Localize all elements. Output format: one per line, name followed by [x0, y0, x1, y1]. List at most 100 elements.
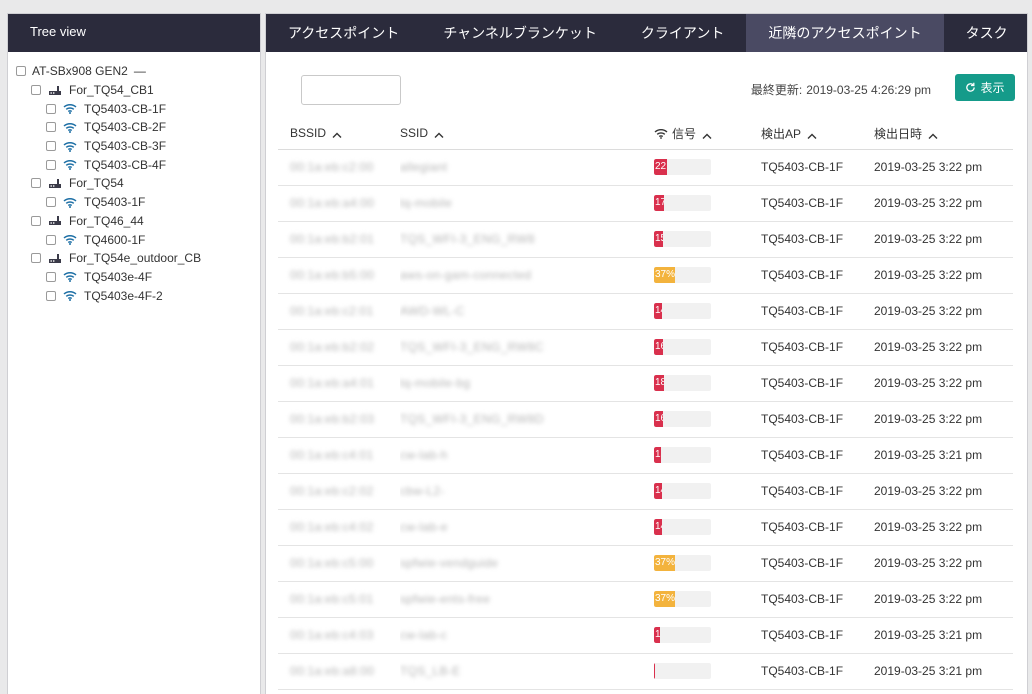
tree-ap-label: TQ5403-1F	[84, 195, 146, 210]
tree-ap-label: TQ5403-CB-2F	[84, 120, 167, 135]
signal-bar-fill: 37%	[654, 555, 675, 571]
table-row[interactable]: 00:1a:eb:a4:00 tq-mobile 17 TQ5403-CB-1F201…	[278, 185, 1013, 222]
bssid-value: 00:1a:eb:c2:00	[290, 160, 374, 174]
th-detected-at[interactable]: 検出日時	[874, 119, 1013, 150]
detected-ap-cell: TQ5403-CB-1F	[761, 473, 874, 510]
tree-ap-item[interactable]: TQ5403-1F	[8, 193, 260, 212]
table-row[interactable]: 00:1a:eb:a8:00 TQS_LB-E TQ5403-CB-1F 2019-0…	[278, 653, 1013, 690]
ssid-value: AWD-WL-C	[400, 304, 465, 318]
tree-checkbox[interactable]	[31, 215, 41, 226]
wifi-icon	[62, 140, 78, 152]
ssid-value: cw-lab-e	[400, 520, 448, 534]
tab-2[interactable]: チャンネルブランケット	[421, 14, 619, 52]
signal-bar-fill: 14	[654, 519, 662, 535]
switch-icon	[47, 215, 63, 227]
detected-ap-cell: TQ5403-CB-1F	[761, 293, 874, 330]
ssid-value: tq-mobile-bg	[400, 376, 471, 390]
ssid-value: allegiant	[400, 160, 448, 174]
tree-ap-item[interactable]: TQ4600-1F	[8, 230, 260, 249]
detected-at-cell: 2019-03-25 3:22 pm	[874, 149, 1013, 186]
main-panel: アクセスポイント チャンネルブランケット クライアント 近隣のアクセスポイント タスク …	[265, 13, 1028, 694]
table-row[interactable]: 00:1a:eb:c4:02 cw-lab-e 14 TQ5403-CB-1F2019…	[278, 509, 1013, 546]
detected-ap-cell: TQ5403-CB-1F	[761, 185, 874, 222]
collapse-toggle[interactable]: —	[134, 64, 146, 78]
tree-checkbox[interactable]	[46, 234, 56, 245]
tree-ap-label: TQ5403-CB-4F	[84, 157, 167, 172]
tab-5[interactable]: タスク	[944, 14, 1030, 52]
ssid-cell: cw-lab-e	[400, 509, 654, 546]
tree-checkbox[interactable]	[46, 197, 56, 208]
tab-3[interactable]: クライアント	[619, 14, 746, 52]
table-row[interactable]: 00:1a:eb:b2:02 TQS_WFI-3_ENG_RW8C 16 TQ5403…	[278, 329, 1013, 366]
ssid-cell: TQS_WFI-3_ENG_RW8C	[400, 329, 654, 366]
ssid-value: spfwie-vendguide	[400, 556, 499, 570]
th-detected-ap-label: 検出AP	[761, 127, 802, 142]
tree-ap-item[interactable]: TQ5403-CB-4F	[8, 155, 260, 174]
ssid-value: cw-lab-h	[400, 448, 448, 462]
signal-cell: 16	[654, 401, 761, 438]
ssid-value: cbw-L2-	[400, 484, 445, 498]
tree-checkbox[interactable]	[46, 141, 56, 152]
tree-group-label: For_TQ54	[69, 176, 124, 191]
tree-checkbox[interactable]	[31, 85, 41, 96]
signal-bar-fill: 18	[654, 375, 664, 391]
table-row[interactable]: 00:1a:eb:a4:01 tq-mobile-bg 18 TQ5403-CB-1F…	[278, 365, 1013, 402]
bssid-cell: 00:1a:eb:c4:01	[278, 437, 400, 474]
tree-checkbox[interactable]	[46, 122, 56, 133]
table-row[interactable]: 00:1a:eb:c4:03 cw-lab-c 1 TQ5403-CB-1F2019-…	[278, 617, 1013, 654]
show-button[interactable]: 表示	[955, 74, 1015, 101]
table-row[interactable]: 00:1a:eb:c2:00 allegiant 22 TQ5403-CB-1F 201…	[278, 149, 1013, 186]
bssid-cell: 00:1a:eb:a8:00	[278, 653, 400, 690]
table-row[interactable]: 00:1a:eb:c2:01 AWD-WL-C 14 TQ5403-CB-1F2019…	[278, 293, 1013, 330]
tree-checkbox[interactable]	[16, 66, 26, 77]
bssid-value: 00:1a:eb:a4:01	[290, 376, 375, 390]
ssid-cell: TQS_WFI-3_ENG_RW8D	[400, 401, 654, 438]
ssid-value: tq-mobile	[400, 196, 453, 210]
tree-ap-item[interactable]: TQ5403e-4F	[8, 268, 260, 287]
tree-ap-item[interactable]: TQ5403-CB-2F	[8, 118, 260, 137]
th-ssid[interactable]: SSID	[400, 119, 654, 150]
detected-at-cell: 2019-03-25 3:22 pm	[874, 293, 1013, 330]
bssid-value: 00:1a:eb:c4:03	[290, 628, 374, 642]
wifi-icon	[654, 128, 668, 142]
bssid-cell: 00:1a:eb:c4:03	[278, 617, 400, 654]
bssid-value: 00:1a:eb:c5:01	[290, 592, 374, 606]
tree-ap-item[interactable]: TQ5403-CB-3F	[8, 137, 260, 156]
table-row[interactable]: 00:1a:eb:b2:03 TQS_WFI-3_ENG_RW8D 16 TQ5403…	[278, 401, 1013, 438]
tree-group[interactable]: For_TQ54	[8, 174, 260, 193]
table-row[interactable]: 00:1a:eb:b5:00 aws-on-gam-connected 37% TQ5…	[278, 257, 1013, 294]
tree-checkbox[interactable]	[31, 178, 41, 189]
table-body: 00:1a:eb:c2:00 allegiant 22 TQ5403-CB-1F 201…	[278, 149, 1013, 690]
tree-group[interactable]: For_TQ54e_outdoor_CB	[8, 249, 260, 268]
ssid-value: spfwie-ents-free	[400, 592, 491, 606]
table-row[interactable]: 00:1a:eb:b2:01 TQS_WFI-3_ENG_RW8 15 TQ5403-…	[278, 221, 1013, 258]
tree-ap-item[interactable]: TQ5403-CB-1F	[8, 99, 260, 118]
signal-bar-fill: 15	[654, 231, 663, 247]
tree-checkbox[interactable]	[46, 290, 56, 301]
table-row[interactable]: 00:1a:eb:c4:01 cw-lab-h 13 TQ5403-CB-1F2019…	[278, 437, 1013, 474]
th-bssid[interactable]: BSSID	[278, 119, 400, 150]
signal-bar: 13	[654, 447, 711, 463]
tree-checkbox[interactable]	[46, 271, 56, 282]
tree-root[interactable]: AT-SBx908 GEN2 —	[8, 62, 260, 81]
th-detected-ap[interactable]: 検出AP	[761, 119, 874, 150]
switch-icon	[47, 252, 63, 264]
tab-1[interactable]: アクセスポイント	[266, 14, 421, 52]
table-header-row: BSSID SSID 信号 検出AP 検出日時	[278, 119, 1013, 150]
signal-bar: 16	[654, 339, 711, 355]
tab-4[interactable]: 近隣のアクセスポイント	[746, 14, 944, 52]
signal-bar: 14	[654, 519, 711, 535]
tree-group[interactable]: For_TQ54_CB1	[8, 81, 260, 100]
tree-checkbox[interactable]	[46, 103, 56, 114]
th-signal[interactable]: 信号	[654, 119, 761, 150]
tree-checkbox[interactable]	[46, 159, 56, 170]
signal-cell: 15	[654, 221, 761, 258]
table-row[interactable]: 00:1a:eb:c2:02 cbw-L2- 14 TQ5403-CB-1F2019-…	[278, 473, 1013, 510]
table-row[interactable]: 00:1a:eb:c5:00 spfwie-vendguide 37% TQ5403-…	[278, 545, 1013, 582]
filter-input[interactable]	[301, 75, 401, 105]
signal-bar: 15	[654, 231, 711, 247]
tree-group[interactable]: For_TQ46_44	[8, 212, 260, 231]
tree-ap-item[interactable]: TQ5403e-4F-2	[8, 286, 260, 305]
table-row[interactable]: 00:1a:eb:c5:01 spfwie-ents-free 37% TQ5403-…	[278, 581, 1013, 618]
tree-checkbox[interactable]	[31, 253, 41, 264]
